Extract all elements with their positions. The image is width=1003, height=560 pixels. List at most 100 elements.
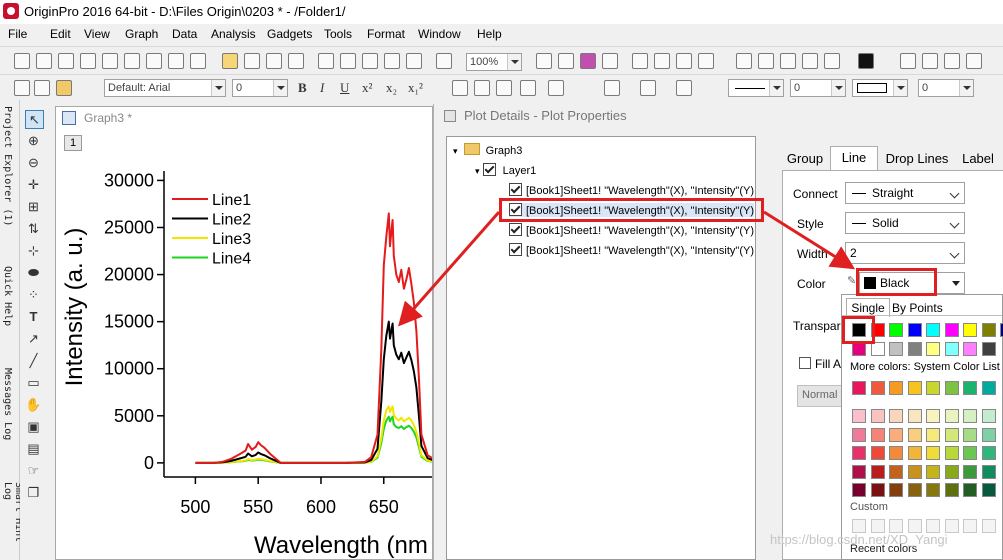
custom-color-slot[interactable] (926, 519, 940, 533)
fill-area-checkbox[interactable] (799, 357, 811, 369)
graph-window[interactable]: Graph3 * 1 500 550 600 650 0 5000 10000 15000 20… (55, 106, 433, 560)
insert-graph-tool-icon[interactable]: ▣ (25, 418, 42, 435)
duplicate-icon[interactable] (602, 53, 618, 69)
line-width-dropdown-icon[interactable] (831, 80, 845, 96)
system-color-swatch[interactable] (870, 381, 885, 395)
zoom-dropdown-icon[interactable] (507, 54, 521, 70)
custom-color-slot[interactable] (981, 519, 996, 533)
palette-color-swatch[interactable] (963, 464, 977, 479)
palette-color-swatch[interactable] (926, 483, 940, 497)
custom-color-slot[interactable] (907, 519, 922, 533)
import-wizard-icon[interactable] (340, 53, 356, 69)
color-swatch[interactable] (944, 342, 959, 356)
system-color-swatch[interactable] (907, 381, 922, 395)
normal-combo[interactable]: Normal (797, 385, 847, 407)
messages-log-tab[interactable]: Messages Log (2, 368, 13, 440)
sort-icon[interactable] (944, 53, 960, 69)
import-csv-icon[interactable] (384, 53, 400, 69)
arrow-tool-icon[interactable]: ↗ (25, 330, 42, 347)
plot-checkbox[interactable] (509, 223, 522, 236)
palette-color-swatch[interactable] (852, 483, 866, 497)
insert-image-tool-icon[interactable]: ▤ (25, 440, 42, 457)
menu-view[interactable]: View (84, 27, 110, 41)
subscript-button[interactable]: x₂ (386, 80, 397, 96)
color-swatch[interactable] (963, 323, 977, 337)
palette-color-swatch[interactable] (944, 427, 959, 442)
menu-window[interactable]: Window (418, 27, 461, 41)
screen-reader-tool-icon[interactable]: ✛ (25, 176, 42, 193)
italic-button[interactable]: I (320, 80, 324, 96)
messages-log-icon[interactable] (780, 53, 796, 69)
supersubscript-button[interactable]: x₁² (408, 80, 423, 96)
column-stats-icon[interactable] (922, 53, 938, 69)
superscript-button[interactable]: x² (362, 80, 372, 96)
custom-label[interactable]: Custom (850, 501, 888, 513)
batch-plot-icon[interactable] (436, 53, 452, 69)
plot-checkbox[interactable] (509, 183, 522, 196)
region-tool-icon[interactable]: ⊹ (25, 242, 42, 259)
import-icon[interactable] (318, 53, 334, 69)
custom-color-slot[interactable] (963, 519, 977, 533)
collapse-icon[interactable]: ▾ (475, 166, 480, 176)
menu-edit[interactable]: Edit (50, 27, 71, 41)
palette-color-swatch[interactable] (889, 483, 903, 497)
tab-label[interactable]: Label (956, 149, 1000, 169)
palette-color-swatch[interactable] (852, 427, 866, 442)
system-color-swatch[interactable] (963, 381, 977, 395)
new-script-icon[interactable] (190, 53, 206, 69)
save-window-icon[interactable] (288, 53, 304, 69)
color-swatch[interactable] (907, 323, 922, 337)
open-folder-icon[interactable] (222, 53, 238, 69)
quick-help-tab[interactable]: Quick Help (2, 266, 13, 326)
new-window-icon[interactable] (858, 53, 874, 69)
menu-help[interactable]: Help (477, 27, 502, 41)
line-style-combo[interactable] (728, 79, 784, 97)
line-width-combo[interactable]: 0 (790, 79, 846, 97)
palette-color-swatch[interactable] (981, 446, 996, 460)
cut-icon[interactable] (14, 80, 30, 96)
palette-color-swatch[interactable] (870, 409, 885, 423)
connect-combo[interactable]: Straight (845, 182, 965, 204)
line-style-dropdown-icon[interactable] (769, 80, 783, 96)
object-manager-icon[interactable] (758, 53, 774, 69)
palette-color-swatch[interactable] (907, 464, 922, 479)
palette-color-swatch[interactable] (944, 409, 959, 423)
script-window-icon[interactable] (698, 53, 714, 69)
border-dropdown-icon[interactable] (893, 80, 907, 96)
tab-drop-lines[interactable]: Drop Lines (882, 149, 952, 169)
align-left-icon[interactable] (520, 80, 536, 96)
border-combo[interactable] (852, 79, 908, 97)
menu-graph[interactable]: Graph (125, 27, 158, 41)
object-tool-icon[interactable]: ☞ (25, 462, 42, 479)
color-swatch[interactable] (889, 342, 903, 356)
palette-color-swatch[interactable] (981, 483, 996, 497)
tree-graph-node[interactable]: ▾ Graph3 (453, 143, 522, 157)
color-swatch[interactable] (907, 342, 922, 356)
mask-tool-icon[interactable]: ⬬ (25, 264, 42, 281)
print-icon[interactable] (536, 53, 552, 69)
greek-icon[interactable] (496, 80, 512, 96)
line-tool-icon[interactable]: ╱ (25, 352, 42, 369)
collapse-icon[interactable]: ▾ (453, 146, 458, 156)
palette-color-swatch[interactable] (907, 483, 922, 497)
color-swatch[interactable] (981, 342, 996, 356)
text-tool-icon[interactable]: T (25, 308, 42, 325)
command-window-icon[interactable] (676, 53, 692, 69)
palette-color-swatch[interactable] (889, 409, 903, 423)
new-project-icon[interactable] (14, 53, 30, 69)
tab-group[interactable]: Group (782, 149, 828, 169)
system-color-swatch[interactable] (944, 381, 959, 395)
row-stats-icon[interactable] (966, 53, 982, 69)
hand-tool-icon[interactable]: ✋ (25, 396, 42, 413)
palette-color-swatch[interactable] (963, 446, 977, 460)
system-color-swatch[interactable] (926, 381, 940, 395)
palette-color-swatch[interactable] (889, 464, 903, 479)
system-color-swatch[interactable] (852, 381, 866, 395)
menu-format[interactable]: Format (367, 27, 405, 41)
tab-line[interactable]: Line (830, 146, 878, 170)
origin-app-icon[interactable] (3, 3, 19, 19)
palette-color-swatch[interactable] (981, 427, 996, 442)
open-template-icon[interactable] (244, 53, 260, 69)
palette-color-swatch[interactable] (870, 446, 885, 460)
zoom-out-tool-icon[interactable]: ⊖ (25, 154, 42, 171)
